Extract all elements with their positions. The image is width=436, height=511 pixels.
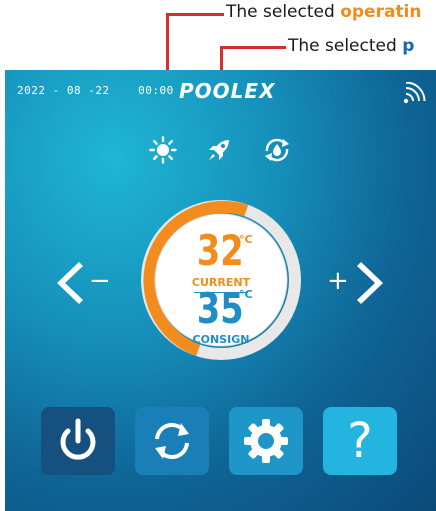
temperature-dial: 32 °C CURRENT 35 °C CONSIGN: [139, 198, 303, 362]
wifi-icon: [403, 82, 426, 104]
rocket-icon[interactable]: [205, 136, 233, 164]
brand-logo: POOLEX: [179, 79, 276, 103]
dial-content: 32 °C CURRENT 35 °C CONSIGN: [139, 198, 303, 362]
time-label: 00:00: [138, 84, 174, 97]
refresh-icon: [155, 423, 189, 459]
chevron-right-icon: [357, 262, 383, 304]
mode-annotation: The selected operatin: [226, 2, 422, 22]
mode-callout-line-h: [166, 13, 224, 16]
increase-button[interactable]: +: [323, 260, 385, 306]
power-annotation: The selected p: [288, 36, 415, 56]
setpoint-label: CONSIGN: [192, 333, 250, 346]
date-time: 2022 - 08 -22 00:00: [17, 84, 174, 97]
mode-switch-button[interactable]: [135, 407, 209, 475]
controller-screen: 2022 - 08 -22 00:00 POOLEX − + 32 °C CUR…: [5, 70, 436, 511]
gear-icon: [244, 419, 288, 463]
increase-symbol: +: [327, 266, 349, 296]
date-label: 2022 - 08 -22: [17, 84, 110, 97]
current-unit: °C: [239, 233, 253, 246]
decrease-button[interactable]: −: [57, 260, 119, 306]
question-icon: ?: [347, 413, 373, 469]
current-temperature: 32: [196, 226, 244, 275]
setpoint-temperature: 35: [196, 284, 244, 333]
chevron-left-icon: [57, 262, 83, 304]
status-bar: 2022 - 08 -22 00:00 POOLEX: [5, 70, 436, 108]
help-button[interactable]: ?: [323, 407, 397, 475]
power-button[interactable]: [41, 407, 115, 475]
settings-button[interactable]: [229, 407, 303, 475]
auto-cycle-icon[interactable]: [261, 135, 293, 165]
power-callout-line-h: [220, 46, 286, 49]
setpoint-unit: °C: [239, 288, 253, 301]
decrease-symbol: −: [89, 266, 111, 296]
sun-icon[interactable]: [149, 136, 177, 164]
power-icon: [60, 418, 96, 460]
